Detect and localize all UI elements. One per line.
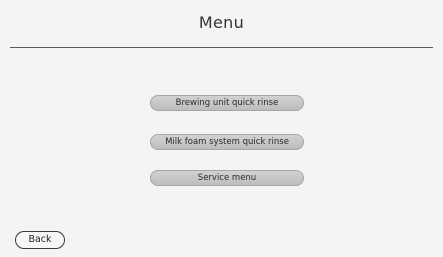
header-divider — [10, 47, 433, 48]
page-title: Menu — [198, 13, 245, 32]
header-bar: Menu — [0, 0, 443, 48]
service-menu-button[interactable]: Service menu — [150, 170, 304, 186]
back-button[interactable]: Back — [15, 231, 65, 249]
milk-foam-system-quick-rinse-button[interactable]: Milk foam system quick rinse — [150, 134, 304, 150]
brewing-unit-quick-rinse-button[interactable]: Brewing unit quick rinse — [150, 95, 304, 111]
menu-screen: Menu Brewing unit quick rinse Milk foam … — [0, 0, 443, 257]
